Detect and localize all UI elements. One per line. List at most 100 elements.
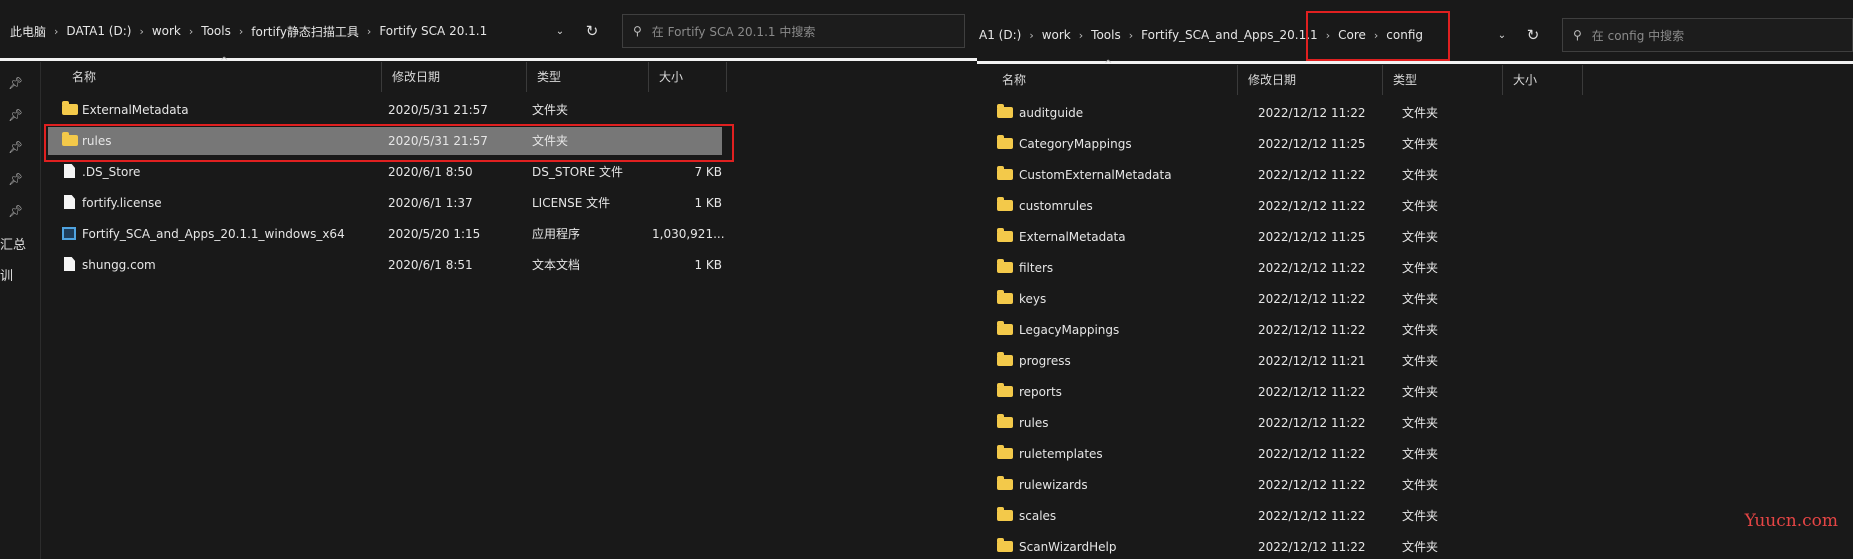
refresh-icon[interactable]: ↻ (1521, 24, 1545, 46)
column-date[interactable]: 修改日期 (1238, 65, 1383, 95)
file-type: 文件夹 (1402, 168, 1439, 182)
file-type: 文件夹 (1402, 292, 1439, 306)
nav-divider (40, 62, 41, 559)
list-item[interactable]: filters 2022/12/12 11:22 文件夹 (997, 254, 1577, 282)
list-item[interactable]: ExternalMetadata 2022/12/12 11:25 文件夹 (997, 223, 1577, 251)
file-date: 2022/12/12 11:22 (1258, 323, 1366, 337)
column-size[interactable]: 大小 (1503, 65, 1583, 95)
chevron-right-icon: › (188, 24, 194, 38)
file-name: filters (1019, 261, 1054, 275)
list-item[interactable]: LegacyMappings 2022/12/12 11:22 文件夹 (997, 316, 1577, 344)
list-item[interactable]: reports 2022/12/12 11:22 文件夹 (997, 378, 1577, 406)
breadcrumb-tools[interactable]: Tools (1089, 28, 1123, 42)
file-date: 2022/12/12 11:22 (1258, 168, 1366, 182)
folder-icon (997, 258, 1013, 273)
list-item[interactable]: ExternalMetadata 2020/5/31 21:57 文件夹 (48, 96, 722, 124)
chevron-right-icon: › (1078, 28, 1084, 42)
file-name: ScanWizardHelp (1019, 540, 1117, 554)
nav-item-summary[interactable]: 汇总 (0, 234, 26, 253)
file-type: 文件夹 (1402, 509, 1439, 523)
file-date: 2022/12/12 11:22 (1258, 416, 1366, 430)
column-size[interactable]: 大小 (649, 62, 727, 92)
file-name: LegacyMappings (1019, 323, 1120, 337)
pane-top-border (0, 58, 977, 61)
breadcrumb-work[interactable]: work (1040, 28, 1073, 42)
search-placeholder: 在 Fortify SCA 20.1.1 中搜索 (651, 24, 816, 39)
file-name: rules (1019, 416, 1049, 430)
file-date: 2022/12/12 11:25 (1258, 137, 1366, 151)
left-search-box[interactable]: ⚲ 在 Fortify SCA 20.1.1 中搜索 (622, 14, 965, 48)
list-item[interactable]: keys 2022/12/12 11:22 文件夹 (997, 285, 1577, 313)
address-dropdown-chevron-icon[interactable]: ⌄ (550, 20, 570, 42)
file-type: 文件夹 (1402, 385, 1439, 399)
pin-icon[interactable]: 📌︎ (8, 76, 23, 90)
column-type[interactable]: 类型 (527, 62, 649, 92)
file-type: 文件夹 (1402, 447, 1439, 461)
chevron-right-icon: › (1128, 28, 1134, 42)
list-item[interactable]: progress 2022/12/12 11:21 文件夹 (997, 347, 1577, 375)
right-explorer-window: A1 (D:) › work › Tools › Fortify_SCA_and_Ap… (977, 0, 1853, 559)
breadcrumb-data1[interactable]: DATA1 (D:) (64, 24, 133, 38)
file-name: .DS_Store (82, 165, 141, 179)
left-address-bar[interactable]: 此电脑 › DATA1 (D:) › work › Tools › fortify静态扫… (8, 14, 489, 48)
file-date: 2020/6/1 1:37 (388, 196, 473, 210)
file-date: 2022/12/12 11:22 (1258, 261, 1366, 275)
search-icon: ⚲ (633, 24, 642, 38)
pin-icon[interactable]: 📌︎ (8, 172, 23, 186)
left-explorer-window: 此电脑 › DATA1 (D:) › work › Tools › fortify静态扫… (0, 0, 977, 559)
list-item[interactable]: shungg.com 2020/6/1 8:51 文本文档 1 KB (48, 251, 722, 279)
column-name[interactable]: 名称 (62, 62, 382, 92)
file-name: fortify.license (82, 196, 162, 210)
list-item[interactable]: Fortify_SCA_and_Apps_20.1.1_windows_x64 … (48, 220, 725, 248)
file-icon (64, 257, 75, 271)
search-icon: ⚲ (1573, 28, 1582, 42)
list-item[interactable]: ruletemplates 2022/12/12 11:22 文件夹 (997, 440, 1577, 468)
list-item[interactable]: customrules 2022/12/12 11:22 文件夹 (997, 192, 1577, 220)
file-size: 1 KB (694, 196, 722, 210)
highlight-box (44, 124, 734, 162)
list-item[interactable]: fortify.license 2020/6/1 1:37 LICENSE 文件… (48, 189, 722, 217)
folder-icon (997, 382, 1013, 397)
list-item[interactable]: rulewizards 2022/12/12 11:22 文件夹 (997, 471, 1577, 499)
column-type[interactable]: 类型 (1383, 65, 1503, 95)
breadcrumb-tools[interactable]: Tools (199, 24, 233, 38)
list-item[interactable]: CustomExternalMetadata 2022/12/12 11:22 文件… (997, 161, 1577, 189)
breadcrumb-work[interactable]: work (150, 24, 183, 38)
list-item[interactable]: .DS_Store 2020/6/1 8:50 DS_STORE 文件 7 KB (48, 158, 722, 186)
file-date: 2020/5/31 21:57 (388, 103, 488, 117)
breadcrumb-fortify-sca[interactable]: Fortify SCA 20.1.1 (377, 24, 489, 38)
file-type: DS_STORE 文件 (532, 165, 623, 179)
column-date[interactable]: 修改日期 (382, 62, 527, 92)
chevron-right-icon: › (238, 24, 244, 38)
file-type: 文件夹 (1402, 354, 1439, 368)
nav-item-training[interactable]: 训 (0, 265, 13, 284)
list-item[interactable]: rules 2022/12/12 11:22 文件夹 (997, 409, 1577, 437)
right-search-box[interactable]: ⚲ 在 config 中搜索 (1562, 18, 1853, 52)
folder-icon (997, 103, 1013, 118)
folder-icon (997, 537, 1013, 552)
file-name: Fortify_SCA_and_Apps_20.1.1_windows_x64 (82, 227, 345, 241)
column-name[interactable]: 名称 (992, 65, 1238, 95)
breadcrumb-fortify-apps[interactable]: Fortify_SCA_and_Apps_20.1.1 (1139, 28, 1320, 42)
file-date: 2020/6/1 8:51 (388, 258, 473, 272)
list-item[interactable]: CategoryMappings 2022/12/12 11:25 文件夹 (997, 130, 1577, 158)
file-date: 2022/12/12 11:22 (1258, 478, 1366, 492)
breadcrumb-this-pc[interactable]: 此电脑 (8, 23, 48, 40)
refresh-icon[interactable]: ↻ (580, 20, 604, 42)
file-date: 2022/12/12 11:22 (1258, 447, 1366, 461)
list-item[interactable]: auditguide 2022/12/12 11:22 文件夹 (997, 99, 1577, 127)
file-date: 2022/12/12 11:21 (1258, 354, 1366, 368)
list-item[interactable]: scales 2022/12/12 11:22 文件夹 (997, 502, 1577, 530)
file-date: 2022/12/12 11:22 (1258, 540, 1366, 554)
pin-icon[interactable]: 📌︎ (8, 204, 23, 218)
pin-icon[interactable]: 📌︎ (8, 108, 23, 122)
breadcrumb-fortify-tool[interactable]: fortify静态扫描工具 (249, 23, 361, 40)
file-type: 文件夹 (1402, 199, 1439, 213)
breadcrumb-data1[interactable]: A1 (D:) (977, 28, 1023, 42)
folder-icon (997, 134, 1013, 149)
list-item[interactable]: ScanWizardHelp 2022/12/12 11:22 文件夹 (997, 533, 1577, 559)
pin-icon[interactable]: 📌︎ (8, 140, 23, 154)
folder-icon (997, 413, 1013, 428)
file-type: 文件夹 (1402, 106, 1439, 120)
address-dropdown-chevron-icon[interactable]: ⌄ (1492, 24, 1512, 46)
